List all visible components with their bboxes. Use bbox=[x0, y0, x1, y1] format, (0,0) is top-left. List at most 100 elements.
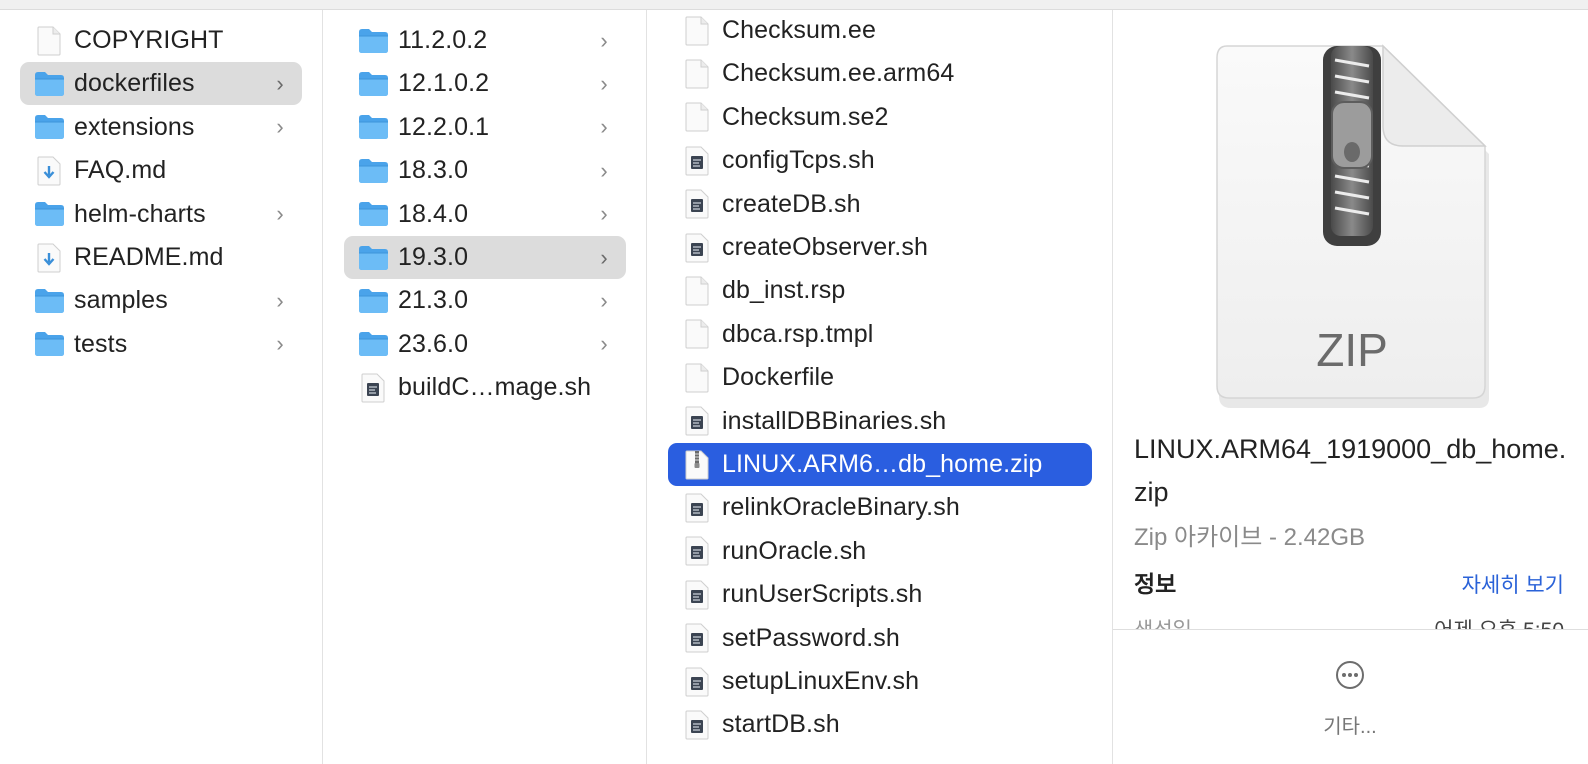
file-item-checksum-ee-arm64[interactable]: Checksum.ee.arm64 bbox=[668, 52, 1092, 95]
file-item-dockerfile[interactable]: Dockerfile bbox=[668, 356, 1092, 399]
item-name: runOracle.sh bbox=[722, 536, 867, 565]
more-actions-button[interactable] bbox=[1322, 650, 1378, 700]
file-item-relinkoraclebinary-sh[interactable]: relinkOracleBinary.sh bbox=[668, 486, 1092, 529]
more-actions-label: 기타... bbox=[1323, 716, 1377, 738]
file-item-setuplinuxenv-sh[interactable]: setupLinuxEnv.sh bbox=[668, 660, 1092, 703]
shell-script-icon bbox=[680, 189, 714, 219]
item-name: 11.2.0.2 bbox=[398, 26, 488, 54]
item-name: createObserver.sh bbox=[722, 233, 928, 261]
file-item-db-inst-rsp[interactable]: db_inst.rsp bbox=[668, 269, 1092, 312]
folder-item-18-4-0[interactable]: 18.4.0 › bbox=[344, 193, 626, 236]
shell-script-icon bbox=[356, 373, 390, 403]
folder-item-19-3-0[interactable]: 19.3.0 › bbox=[344, 236, 626, 279]
item-name: Checksum.ee bbox=[722, 16, 876, 44]
item-name: 18.3.0 bbox=[398, 156, 469, 185]
item-name: setPassword.sh bbox=[722, 623, 900, 652]
markdown-file-icon bbox=[32, 243, 66, 273]
folder-icon bbox=[356, 156, 390, 186]
chevron-right-icon: › bbox=[276, 114, 284, 140]
folder-item-23-6-0[interactable]: 23.6.0 › bbox=[344, 323, 626, 366]
shell-script-icon bbox=[680, 536, 714, 566]
chevron-right-icon: › bbox=[276, 201, 284, 227]
item-name: Dockerfile bbox=[722, 363, 835, 392]
item-name: 12.1.0.2 bbox=[398, 69, 490, 98]
document-icon bbox=[680, 276, 714, 306]
preview-divider bbox=[1113, 629, 1588, 630]
chevron-right-icon: › bbox=[600, 27, 608, 53]
file-item-copyright[interactable]: COPYRIGHT bbox=[20, 19, 302, 62]
folder-icon bbox=[356, 112, 390, 142]
shell-script-icon bbox=[680, 667, 714, 697]
document-icon bbox=[680, 102, 714, 132]
file-item-checksum-se2[interactable]: Checksum.se2 bbox=[668, 96, 1092, 139]
folder-icon bbox=[356, 199, 390, 229]
document-icon bbox=[680, 363, 714, 393]
item-name: dockerfiles bbox=[74, 69, 195, 98]
chevron-right-icon: › bbox=[276, 287, 284, 313]
shell-script-icon bbox=[680, 146, 714, 176]
shell-script-icon bbox=[680, 493, 714, 523]
item-name: README.md bbox=[74, 243, 224, 271]
folder-icon bbox=[32, 329, 66, 359]
show-more-link[interactable]: 자세히 보기 bbox=[1462, 569, 1564, 599]
item-name: COPYRIGHT bbox=[74, 26, 224, 54]
folder-icon bbox=[32, 69, 66, 99]
item-name: runUserScripts.sh bbox=[722, 580, 923, 609]
folder-item-dockerfiles[interactable]: dockerfiles › bbox=[20, 62, 302, 106]
item-name: samples bbox=[74, 286, 168, 315]
folder-item-18-3-0[interactable]: 18.3.0 › bbox=[344, 149, 626, 192]
file-item-buildc-mage-sh[interactable]: buildC…mage.sh bbox=[344, 366, 626, 409]
chevron-right-icon: › bbox=[600, 331, 608, 357]
shell-script-icon bbox=[680, 233, 714, 263]
chevron-right-icon: › bbox=[600, 287, 608, 313]
chevron-right-icon: › bbox=[276, 70, 284, 96]
shell-script-icon bbox=[680, 710, 714, 740]
item-name: relinkOracleBinary.sh bbox=[722, 493, 960, 522]
file-item-installdbbinaries-sh[interactable]: installDBBinaries.sh bbox=[668, 400, 1092, 443]
item-name: FAQ.md bbox=[74, 156, 167, 185]
chevron-right-icon: › bbox=[600, 201, 608, 227]
file-item-setpassword-sh[interactable]: setPassword.sh bbox=[668, 617, 1092, 660]
folder-item-tests[interactable]: tests › bbox=[20, 323, 302, 366]
document-icon bbox=[32, 26, 66, 56]
file-item-createobserver-sh[interactable]: createObserver.sh bbox=[668, 226, 1092, 269]
file-item-createdb-sh[interactable]: createDB.sh bbox=[668, 183, 1092, 226]
file-item-faq-md[interactable]: FAQ.md bbox=[20, 149, 302, 192]
item-name: buildC…mage.sh bbox=[398, 373, 592, 402]
chevron-right-icon: › bbox=[600, 244, 608, 270]
folder-item-21-3-0[interactable]: 21.3.0 › bbox=[344, 279, 626, 322]
file-item-runoracle-sh[interactable]: runOracle.sh bbox=[668, 530, 1092, 573]
folder-icon bbox=[32, 199, 66, 229]
file-item-dbca-rsp-tmpl[interactable]: dbca.rsp.tmpl bbox=[668, 313, 1092, 356]
item-name: installDBBinaries.sh bbox=[722, 406, 947, 435]
folder-icon bbox=[356, 69, 390, 99]
file-item-linux-arm6-db-home-zip[interactable]: LINUX.ARM6…db_home.zip bbox=[668, 443, 1092, 486]
file-item-runuserscripts-sh[interactable]: runUserScripts.sh bbox=[668, 573, 1092, 616]
folder-item-helm-charts[interactable]: helm-charts › bbox=[20, 193, 302, 236]
item-name: configTcps.sh bbox=[722, 146, 875, 175]
folder-icon bbox=[356, 329, 390, 359]
item-name: 21.3.0 bbox=[398, 286, 469, 315]
folder-icon bbox=[356, 243, 390, 273]
chevron-right-icon: › bbox=[276, 331, 284, 357]
file-item-configtcps-sh[interactable]: configTcps.sh bbox=[668, 139, 1092, 182]
folder-item-samples[interactable]: samples › bbox=[20, 279, 302, 322]
folder-icon bbox=[356, 286, 390, 316]
created-label: 생성일 bbox=[1134, 614, 1192, 630]
folder-item-extensions[interactable]: extensions › bbox=[20, 106, 302, 149]
file-item-readme-md[interactable]: README.md bbox=[20, 236, 302, 279]
chevron-right-icon: › bbox=[600, 157, 608, 183]
item-name: Checksum.se2 bbox=[722, 102, 889, 131]
item-name: helm-charts bbox=[74, 199, 206, 228]
item-name: 18.4.0 bbox=[398, 199, 469, 228]
shell-script-icon bbox=[680, 406, 714, 436]
folder-item-12-2-0-1[interactable]: 12.2.0.1 › bbox=[344, 106, 626, 149]
folder-icon bbox=[32, 112, 66, 142]
folder-item-11-2-0-2[interactable]: 11.2.0.2 › bbox=[344, 19, 626, 62]
file-item-startdb-sh[interactable]: startDB.sh bbox=[668, 703, 1092, 746]
item-name: tests bbox=[74, 329, 128, 358]
folder-item-12-1-0-2[interactable]: 12.1.0.2 › bbox=[344, 62, 626, 105]
file-item-checksum-ee[interactable]: Checksum.ee bbox=[668, 9, 1092, 52]
item-name: createDB.sh bbox=[722, 189, 861, 218]
zip-archive-large-icon: ZIP bbox=[1205, 40, 1495, 417]
